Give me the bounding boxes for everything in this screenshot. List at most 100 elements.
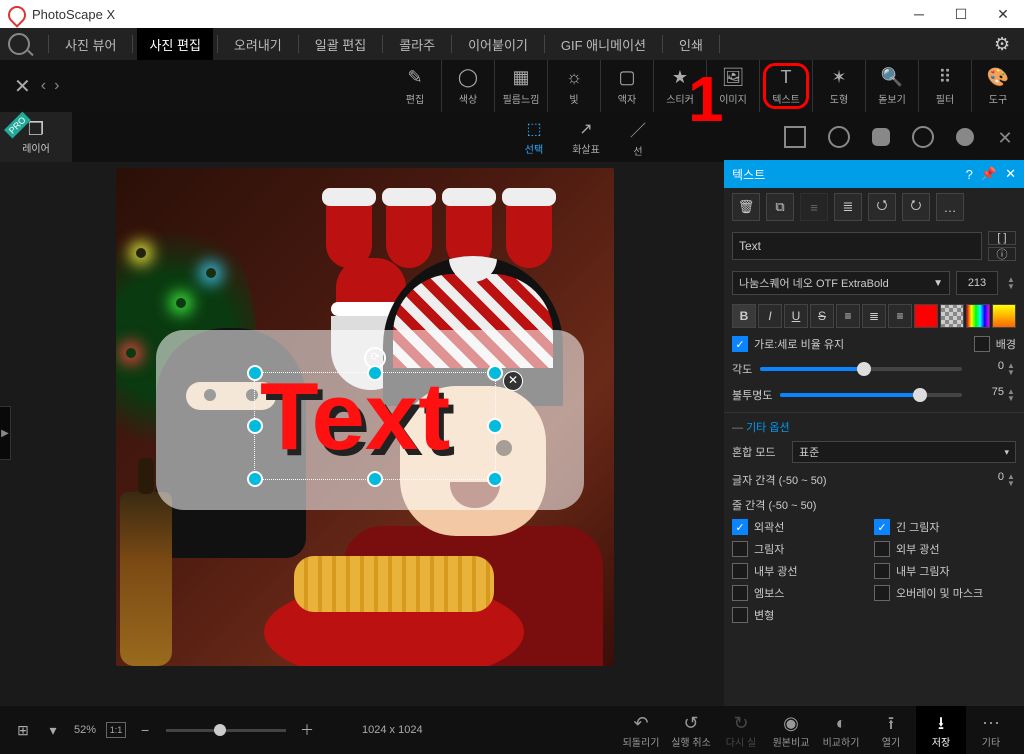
maximize-button[interactable]: ☐ <box>940 0 982 28</box>
pin-icon[interactable]: 📌 <box>981 166 997 182</box>
brackets-icon[interactable]: [ ] <box>988 231 1016 245</box>
more-options-icon[interactable]: … <box>936 193 964 221</box>
dropdown-icon[interactable]: ▾ <box>42 719 64 741</box>
align-right-button[interactable]: ≡ <box>888 304 912 328</box>
italic-button[interactable]: I <box>758 304 782 328</box>
menu-editor[interactable]: 사진 편집 <box>137 28 212 60</box>
resize-handle[interactable] <box>247 471 263 487</box>
emboss-checkbox[interactable] <box>732 585 748 601</box>
keep-ratio-checkbox[interactable]: ✓ <box>732 336 748 352</box>
menu-collage[interactable]: 콜라주 <box>387 28 447 60</box>
tool-image[interactable]: 🖼이미지 <box>706 60 759 112</box>
resize-handle[interactable] <box>487 365 503 381</box>
angle-slider[interactable] <box>760 367 962 371</box>
shape-close-icon[interactable]: ✕ <box>996 128 1014 146</box>
compare-original-button[interactable]: ◉원본비교 <box>766 706 816 754</box>
grid-icon[interactable]: ⊞ <box>12 719 34 741</box>
align-right-icon[interactable]: ≣ <box>834 193 862 221</box>
underline-button[interactable]: U <box>784 304 808 328</box>
tool-edit[interactable]: ✎편집 <box>389 60 441 112</box>
delete-icon[interactable]: 🗑 <box>732 193 760 221</box>
size-down-icon[interactable]: ▼ <box>1006 283 1016 290</box>
resize-handle[interactable] <box>487 471 503 487</box>
tool-text[interactable]: T텍스트 <box>759 60 812 112</box>
tool-sticker[interactable]: ★스티커 <box>653 60 706 112</box>
undo-button[interactable]: ↶되돌리기 <box>616 706 666 754</box>
nav-prev-icon[interactable]: ‹ <box>41 77 46 95</box>
blend-select[interactable]: 표준▾ <box>792 441 1016 463</box>
zoom-out-icon[interactable]: − <box>134 719 156 741</box>
subtool-line[interactable]: ／선 <box>612 112 664 162</box>
more-options-label[interactable]: 기타 옵션 <box>746 422 790 434</box>
subtool-select[interactable]: ⬚선택 <box>508 112 560 162</box>
resize-handle[interactable] <box>487 418 503 434</box>
shape-circle-filled[interactable] <box>956 128 974 146</box>
selection-box[interactable]: ⟳ ✕ <box>254 372 496 480</box>
side-panel-handle[interactable]: ▶ <box>0 406 11 460</box>
zoom-value[interactable]: 52% <box>74 724 96 736</box>
shape-circle-outline-2[interactable] <box>912 126 934 148</box>
minimize-button[interactable]: ─ <box>898 0 940 28</box>
more-button[interactable]: ⋯기타 <box>966 706 1016 754</box>
tool-tools[interactable]: 🎨도구 <box>971 60 1024 112</box>
info-icon[interactable]: ⓘ <box>988 247 1016 261</box>
shadow-checkbox[interactable] <box>732 541 748 557</box>
color-gradient-swatch[interactable] <box>966 304 990 328</box>
redo-button[interactable]: ↻다시 실 <box>716 706 766 754</box>
resize-handle[interactable] <box>367 365 383 381</box>
color-orange-swatch[interactable] <box>992 304 1016 328</box>
nav-next-icon[interactable]: › <box>54 77 59 95</box>
menu-batch[interactable]: 일괄 편집 <box>303 28 378 60</box>
tool-film[interactable]: ▦필름느낌 <box>494 60 547 112</box>
font-size-input[interactable]: 213 <box>956 271 998 295</box>
opacity-slider[interactable] <box>780 393 962 397</box>
color-transparent-swatch[interactable] <box>940 304 964 328</box>
rotate-cw-icon[interactable]: ⭮ <box>902 193 930 221</box>
undo-history-button[interactable]: ↺실행 취소 <box>666 706 716 754</box>
menu-print[interactable]: 인쇄 <box>667 28 715 60</box>
resize-handle[interactable] <box>247 365 263 381</box>
rotate-ccw-icon[interactable]: ⭯ <box>868 193 896 221</box>
delete-object-icon[interactable]: ✕ <box>503 371 523 391</box>
tool-magnifier[interactable]: 🔍돋보기 <box>865 60 918 112</box>
longshadow-checkbox[interactable]: ✓ <box>874 519 890 535</box>
align-left-button[interactable]: ≡ <box>836 304 860 328</box>
subtool-arrow[interactable]: ↗화살표 <box>560 112 612 162</box>
compare-button[interactable]: ◐비교하기 <box>816 706 866 754</box>
shape-circle-outline[interactable] <box>828 126 850 148</box>
outline-checkbox[interactable]: ✓ <box>732 519 748 535</box>
strike-button[interactable]: S <box>810 304 834 328</box>
search-icon[interactable] <box>8 33 30 55</box>
save-button[interactable]: ⭳저장 <box>916 706 966 754</box>
text-input[interactable]: Text <box>732 232 982 260</box>
panel-close-icon[interactable]: ✕ <box>1005 166 1016 182</box>
menu-cutout[interactable]: 오려내기 <box>222 28 294 60</box>
bold-button[interactable]: B <box>732 304 756 328</box>
tool-shape[interactable]: ✶도형 <box>812 60 865 112</box>
fit-icon[interactable]: 1:1 <box>106 722 126 738</box>
innerglow-checkbox[interactable] <box>732 563 748 579</box>
background-checkbox[interactable] <box>974 336 990 352</box>
overlay-checkbox[interactable] <box>874 585 890 601</box>
font-select[interactable]: 나눔스퀘어 네오 OTF ExtraBold▼ <box>732 271 950 295</box>
shape-roundrect-filled[interactable] <box>872 128 890 146</box>
open-button[interactable]: ⭱열기 <box>866 706 916 754</box>
window-close-button[interactable]: ✕ <box>982 0 1024 28</box>
menu-combine[interactable]: 이어붙이기 <box>456 28 540 60</box>
canvas[interactable]: Text ⟳ ✕ <box>116 168 614 666</box>
outerglow-checkbox[interactable] <box>874 541 890 557</box>
menu-gif[interactable]: GIF 애니메이션 <box>549 28 658 60</box>
align-left-icon[interactable]: ≡ <box>800 193 828 221</box>
innershadow-checkbox[interactable] <box>874 563 890 579</box>
tool-frame[interactable]: ▢액자 <box>600 60 653 112</box>
help-icon[interactable]: ? <box>966 167 973 182</box>
settings-icon[interactable]: ⚙ <box>994 35 1012 53</box>
deform-checkbox[interactable] <box>732 607 748 623</box>
shape-square-outline[interactable] <box>784 126 806 148</box>
resize-handle[interactable] <box>367 471 383 487</box>
duplicate-icon[interactable]: ⧉ <box>766 193 794 221</box>
tool-color[interactable]: ◯색상 <box>441 60 494 112</box>
zoom-slider[interactable] <box>166 729 286 732</box>
resize-handle[interactable] <box>247 418 263 434</box>
menu-viewer[interactable]: 사진 뷰어 <box>53 28 128 60</box>
